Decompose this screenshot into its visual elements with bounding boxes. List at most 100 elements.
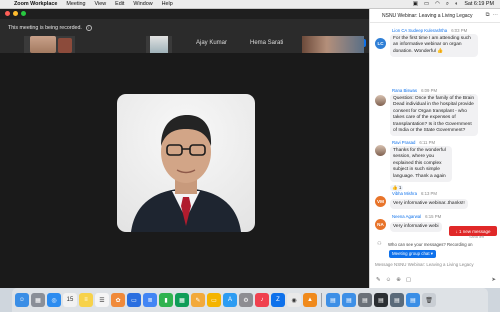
folder-5-icon[interactable]: ▤ xyxy=(390,293,404,307)
safari-icon[interactable]: ◎ xyxy=(47,293,61,307)
folder-6-icon[interactable]: ▤ xyxy=(406,293,420,307)
participant-video xyxy=(30,36,56,53)
avatar xyxy=(375,95,386,106)
menu-bar: Zoom Workplace Meeting View Edit Window … xyxy=(0,0,500,9)
message-time: 6:09 PM xyxy=(421,88,438,93)
participant-thumbnail[interactable] xyxy=(24,36,75,53)
folder-1-icon[interactable]: ▤ xyxy=(326,293,340,307)
recipient-dropdown[interactable]: Meeting group chat ▾ xyxy=(389,250,437,258)
launchpad-icon[interactable]: ▦ xyxy=(31,293,45,307)
active-speaker-video[interactable] xyxy=(117,94,255,232)
participant-video xyxy=(58,38,72,53)
avatar: LC xyxy=(375,38,386,49)
people-icon: ⚇ xyxy=(377,241,382,247)
message-sender: Ravi Prasad 6:11 PM xyxy=(392,140,435,145)
keynote-icon[interactable]: ▭ xyxy=(127,293,141,307)
menu-item-edit[interactable]: Edit xyxy=(115,1,124,7)
sender-name: Neena Agarwal xyxy=(392,214,422,219)
participant-thumbnail[interactable] xyxy=(302,36,364,53)
emoji-icon[interactable]: ☺ xyxy=(386,277,392,283)
message-input[interactable]: Message NSNU Webinar: Leaving a Living L… xyxy=(375,262,497,272)
app-store-icon[interactable]: A xyxy=(223,293,237,307)
menu-item-zoom-workplace[interactable]: Zoom Workplace xyxy=(14,1,57,7)
message-sender: Rana Biswas 6:09 PM xyxy=(392,88,437,93)
message-bubble[interactable]: Very informative webi xyxy=(390,222,442,233)
search-icon[interactable]: ⌕ xyxy=(446,1,449,8)
info-icon[interactable]: i xyxy=(85,24,92,31)
sender-name: Vibha Mishra xyxy=(392,191,417,196)
meeting-window: This meeting is being recorded. i OK Aja… xyxy=(0,9,369,288)
message-bubble[interactable]: Question: Once the family of the Brain D… xyxy=(390,94,478,137)
meeting-title-bar xyxy=(0,9,369,19)
menu-item-meeting[interactable]: Meeting xyxy=(66,1,85,7)
message-sender: Lion CA Sudeep Kulerashtha 6:03 PM xyxy=(392,28,467,33)
calendar-icon[interactable]: 15 xyxy=(63,293,77,307)
more-options-icon[interactable]: ⋯ xyxy=(493,12,499,19)
music-icon[interactable]: ♪ xyxy=(255,293,269,307)
vlc-icon[interactable]: ▲ xyxy=(303,293,317,307)
sender-name: Lion CA Sudeep Kulerashtha xyxy=(392,28,448,33)
chat-header-actions: ⧉ ⋯ xyxy=(486,12,498,19)
avatar: NA xyxy=(375,219,386,230)
zoom-icon[interactable]: Z xyxy=(271,293,285,307)
trash-icon[interactable]: 🗑 xyxy=(422,293,436,307)
menu-item-window[interactable]: Window xyxy=(133,1,152,7)
control-center-icon[interactable]: ◐ xyxy=(455,1,458,7)
format-icon[interactable]: ✎ xyxy=(376,277,381,283)
folder-2-icon[interactable]: ▤ xyxy=(342,293,356,307)
settings-icon[interactable]: ⚙ xyxy=(239,293,253,307)
notes-icon[interactable]: ≡ xyxy=(79,293,93,307)
participant-thumbnail[interactable] xyxy=(146,36,172,53)
popout-icon[interactable]: ⧉ xyxy=(486,12,490,19)
participant-name: Ajay Kumar xyxy=(196,40,228,46)
folder-4-icon[interactable]: ▤ xyxy=(374,293,388,307)
zoom-window-button[interactable] xyxy=(21,11,26,16)
message-time: 6:15 PM xyxy=(425,214,442,219)
message-bubble[interactable]: Very informative webinar..thanks!! xyxy=(390,199,468,210)
chat-panel: NSNU Webinar: Leaving a Living Legacy ⧉ … xyxy=(369,9,500,288)
send-icon[interactable]: ➤ xyxy=(491,277,496,283)
menu-item-view[interactable]: View xyxy=(95,1,107,7)
reminders-icon[interactable]: ☰ xyxy=(95,293,109,307)
message-bubble[interactable]: For the first time I am attending such a… xyxy=(390,34,478,58)
zoom-status-icon[interactable]: ▣ xyxy=(413,1,418,7)
speaker-portrait xyxy=(131,115,241,232)
participant-thumbnail[interactable]: Ajay Kumar xyxy=(196,36,240,53)
sender-name: Ravi Prasad xyxy=(392,140,416,145)
photos-icon[interactable]: ✿ xyxy=(111,293,125,307)
minimize-window-button[interactable] xyxy=(13,11,18,16)
window-controls xyxy=(5,11,26,16)
avatar xyxy=(375,145,386,156)
attach-file-icon[interactable]: ⊕ xyxy=(396,277,401,283)
docs-icon[interactable]: ≣ xyxy=(143,293,157,307)
participant-name: Hema Sarati xyxy=(250,40,284,46)
participant-video xyxy=(302,36,364,53)
finder-icon[interactable]: ☺ xyxy=(15,293,29,307)
wifi-icon[interactable]: ◠ xyxy=(435,1,440,7)
battery-icon[interactable]: ▭ xyxy=(424,1,429,7)
recording-notice-text: This meeting is being recorded. xyxy=(8,24,82,31)
sheets-icon[interactable]: ▦ xyxy=(175,293,189,307)
menu-bar-status-area: ▣ ▭ ◠ ⌕ ◐ Sat 6:19 PM xyxy=(413,1,500,8)
participant-thumbnail[interactable]: Hema Sarati xyxy=(250,36,298,53)
menu-item-help[interactable]: Help xyxy=(162,1,173,7)
read-receipt: Sana left xyxy=(469,235,484,239)
folder-3-icon[interactable]: ▤ xyxy=(358,293,372,307)
sender-name: Rana Biswas xyxy=(392,88,418,93)
chat-title: NSNU Webinar: Leaving a Living Legacy xyxy=(382,13,473,19)
pages-icon[interactable]: ✎ xyxy=(191,293,205,307)
message-time: 6:03 PM xyxy=(451,28,468,33)
numbers-icon[interactable]: ▮ xyxy=(159,293,173,307)
screenshot-icon[interactable]: ▢ xyxy=(406,277,411,283)
avatar: VM xyxy=(375,196,386,207)
close-window-button[interactable] xyxy=(5,11,10,16)
slides-icon[interactable]: ▭ xyxy=(207,293,221,307)
message-time: 6:13 PM xyxy=(421,191,438,196)
dock-separator xyxy=(321,293,322,307)
chrome-icon[interactable]: ◉ xyxy=(287,293,301,307)
menu-bar-clock[interactable]: Sat 6:19 PM xyxy=(464,1,494,7)
chat-header: NSNU Webinar: Leaving a Living Legacy ⧉ … xyxy=(370,9,500,23)
message-sender: Neena Agarwal 6:15 PM xyxy=(392,214,441,219)
visibility-prompt[interactable]: Who can see your messages? Recording on xyxy=(388,242,473,247)
message-bubble[interactable]: Thanks for the wonderful session, where … xyxy=(390,146,452,183)
